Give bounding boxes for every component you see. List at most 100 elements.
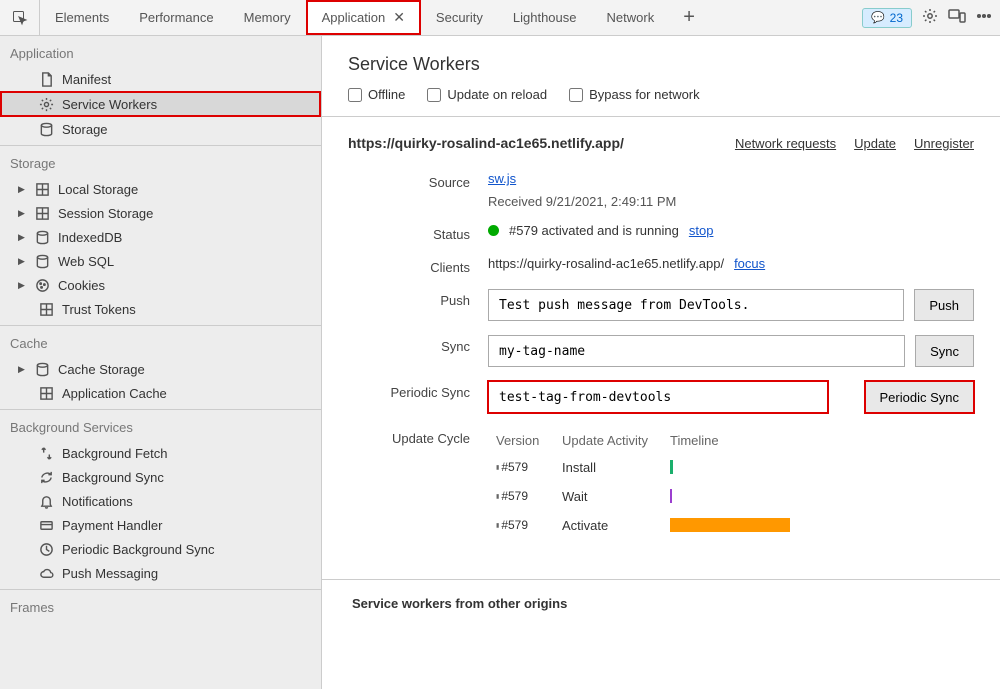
unregister-link[interactable]: Unregister (914, 136, 974, 151)
update-on-reload-checkbox[interactable]: Update on reload (427, 87, 547, 102)
periodic-sync-label: Periodic Sync (348, 381, 488, 400)
sync-button[interactable]: Sync (915, 335, 974, 367)
sidebar-header-storage: Storage (0, 146, 321, 177)
sidebar-item-trust-tokens[interactable]: Trust Tokens (0, 297, 321, 321)
devtools-tabbar: Elements Performance Memory Application … (0, 0, 1000, 36)
push-input[interactable] (488, 289, 904, 321)
tab-elements[interactable]: Elements (40, 0, 124, 35)
sidebar-item-label: Web SQL (58, 254, 114, 269)
timeline-bar-activate (670, 518, 790, 532)
sidebar-item-web-sql[interactable]: ▶Web SQL (0, 249, 321, 273)
sw-options: Offline Update on reload Bypass for netw… (348, 87, 974, 102)
expand-icon: ▶ (18, 364, 26, 375)
bell-icon (38, 493, 54, 509)
more-button[interactable] (976, 8, 992, 27)
bypass-network-checkbox[interactable]: Bypass for network (569, 87, 700, 102)
tab-security[interactable]: Security (421, 0, 498, 35)
application-sidebar: Application Manifest Service Workers Sto… (0, 36, 322, 689)
offline-checkbox[interactable]: Offline (348, 87, 405, 102)
issues-badge[interactable]: 23 (862, 8, 912, 28)
push-button[interactable]: Push (914, 289, 974, 321)
tab-lighthouse[interactable]: Lighthouse (498, 0, 592, 35)
periodic-sync-input[interactable] (488, 381, 828, 413)
inspect-icon (12, 10, 28, 26)
database-icon (34, 361, 50, 377)
database-icon (38, 121, 54, 137)
sidebar-item-label: Background Fetch (62, 446, 168, 461)
sidebar-item-label: IndexedDB (58, 230, 122, 245)
other-origins-header: Service workers from other origins (322, 579, 1000, 627)
gear-icon (38, 96, 54, 112)
fetch-icon (38, 445, 54, 461)
sync-input[interactable] (488, 335, 905, 367)
stop-link[interactable]: stop (689, 223, 714, 238)
client-url: https://quirky-rosalind-ac1e65.netlify.a… (488, 256, 724, 271)
clients-label: Clients (348, 256, 488, 275)
tab-network[interactable]: Network (592, 0, 670, 35)
tab-performance[interactable]: Performance (124, 0, 228, 35)
tab-memory[interactable]: Memory (229, 0, 306, 35)
sidebar-item-label: Push Messaging (62, 566, 158, 581)
expand-icon: ▶ (18, 232, 26, 243)
sw-source-link[interactable]: sw.js (488, 171, 516, 186)
cloud-icon (38, 565, 54, 581)
sidebar-item-indexeddb[interactable]: ▶ IndexedDB (0, 225, 321, 249)
database-icon (34, 229, 50, 245)
close-icon[interactable]: ✕ (393, 9, 405, 26)
sidebar-item-local-storage[interactable]: ▶Local Storage (0, 177, 321, 201)
expand-icon: ▶ (18, 208, 26, 219)
sidebar-item-periodic-bg-sync[interactable]: Periodic Background Sync (0, 537, 321, 561)
service-workers-panel: Service Workers Offline Update on reload… (322, 36, 1000, 689)
document-icon (38, 71, 54, 87)
add-tab-button[interactable]: + (669, 0, 709, 35)
sidebar-item-cache-storage[interactable]: ▶Cache Storage (0, 357, 321, 381)
sidebar-item-bg-fetch[interactable]: Background Fetch (0, 441, 321, 465)
sidebar-item-label: Trust Tokens (62, 302, 136, 317)
sidebar-item-notifications[interactable]: Notifications (0, 489, 321, 513)
panel-title: Service Workers (348, 54, 974, 75)
cycle-row: #579 Install (488, 454, 808, 483)
devices-button[interactable] (948, 8, 966, 27)
periodic-sync-button[interactable]: Periodic Sync (865, 381, 974, 413)
sync-label: Sync (348, 335, 488, 354)
inspect-button[interactable] (0, 0, 40, 35)
update-link[interactable]: Update (854, 136, 896, 151)
cycle-row: #579 Activate (488, 512, 808, 541)
tab-application[interactable]: Application ✕ (306, 0, 421, 35)
sidebar-item-session-storage[interactable]: ▶ Session Storage (0, 201, 321, 225)
status-indicator-icon (488, 225, 499, 236)
push-label: Push (348, 289, 488, 308)
card-icon (38, 517, 54, 533)
timeline-bar-install (670, 460, 673, 474)
sidebar-item-manifest[interactable]: Manifest (0, 67, 321, 91)
timeline-bar-wait (670, 489, 672, 503)
clock-icon (38, 541, 54, 557)
sidebar-item-label: Background Sync (62, 470, 164, 485)
sidebar-item-cookies[interactable]: ▶Cookies (0, 273, 321, 297)
sidebar-item-bg-sync[interactable]: Background Sync (0, 465, 321, 489)
cycle-header-activity: Update Activity (562, 433, 670, 448)
sidebar-header-bg-services: Background Services (0, 410, 321, 441)
status-text: #579 activated and is running (509, 223, 679, 238)
sidebar-item-label: Notifications (62, 494, 133, 509)
sidebar-item-label: Periodic Background Sync (62, 542, 214, 557)
grid-icon (38, 301, 54, 317)
sidebar-header-frames: Frames (0, 590, 321, 621)
focus-link[interactable]: focus (734, 256, 765, 271)
sidebar-item-storage[interactable]: Storage (0, 117, 321, 141)
sidebar-item-payment-handler[interactable]: Payment Handler (0, 513, 321, 537)
sidebar-item-service-workers[interactable]: Service Workers (0, 91, 321, 117)
network-requests-link[interactable]: Network requests (735, 136, 836, 151)
sidebar-item-application-cache[interactable]: Application Cache (0, 381, 321, 405)
sidebar-item-label: Manifest (62, 72, 111, 87)
cycle-row: #579 Wait (488, 483, 808, 512)
sidebar-item-push-messaging[interactable]: Push Messaging (0, 561, 321, 585)
sidebar-item-label: Service Workers (62, 97, 157, 112)
settings-button[interactable] (922, 8, 938, 27)
sidebar-item-label: Application Cache (62, 386, 167, 401)
sidebar-item-label: Payment Handler (62, 518, 162, 533)
cookie-icon (34, 277, 50, 293)
sidebar-item-label: Session Storage (58, 206, 153, 221)
sidebar-item-label: Cookies (58, 278, 105, 293)
sw-origin-row: https://quirky-rosalind-ac1e65.netlify.a… (348, 135, 974, 151)
